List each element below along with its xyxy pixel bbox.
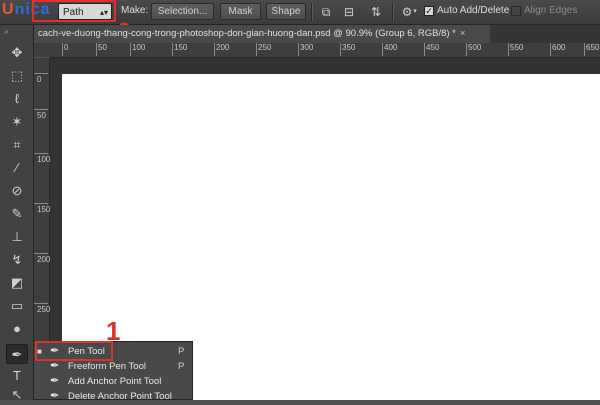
menu-item-label: Freeform Pen Tool bbox=[68, 361, 146, 372]
ruler-tick: 400 bbox=[381, 43, 398, 56]
annotation-highlight-mode bbox=[32, 0, 116, 22]
make-shape-button[interactable]: Shape bbox=[266, 3, 306, 20]
brush-tool-icon[interactable]: ✎ bbox=[6, 204, 28, 224]
annotation-highlight-pen-tool bbox=[35, 341, 113, 361]
separator bbox=[311, 3, 313, 21]
pen-tool-icon[interactable]: ✒ bbox=[6, 344, 28, 364]
ruler-tick: 550 bbox=[507, 43, 524, 56]
watermark-part1: U bbox=[2, 1, 15, 18]
ruler-tick: 600 bbox=[549, 43, 566, 56]
ruler-tick: 150 bbox=[34, 203, 51, 214]
ruler-tick: 500 bbox=[465, 43, 482, 56]
history-brush-tool-icon[interactable]: ↯ bbox=[6, 250, 28, 270]
blur-tool-icon[interactable]: ● bbox=[6, 319, 28, 339]
align-edges-checkbox[interactable] bbox=[511, 6, 521, 16]
ruler-tick: 250 bbox=[255, 43, 272, 56]
auto-add-delete-checkbox[interactable]: ✓ bbox=[424, 6, 434, 16]
menu-item-add-anchor-point-tool[interactable]: ✒ Add Anchor Point Tool bbox=[34, 374, 194, 389]
type-tool-icon[interactable]: T bbox=[6, 366, 28, 386]
make-label: Make: bbox=[121, 5, 149, 16]
marquee-tool-icon[interactable]: ⬚ bbox=[6, 66, 28, 86]
ruler-tick: 50 bbox=[96, 43, 107, 56]
menu-item-delete-anchor-point-tool[interactable]: ✒ Delete Anchor Point Tool bbox=[34, 389, 194, 404]
menu-item-label: Delete Anchor Point Tool bbox=[68, 391, 172, 402]
crop-tool-icon[interactable]: ⌗ bbox=[6, 135, 28, 155]
close-icon[interactable]: × bbox=[460, 28, 466, 39]
horizontal-ruler: 0 50 100 150 200 250 300 350 400 450 500… bbox=[50, 43, 600, 58]
lasso-tool-icon[interactable]: ℓ bbox=[6, 89, 28, 109]
ruler-tick: 200 bbox=[34, 253, 51, 264]
freeform-pen-icon: ✒ bbox=[50, 360, 60, 372]
delete-anchor-point-icon: ✒ bbox=[50, 390, 60, 402]
add-anchor-point-icon: ✒ bbox=[50, 375, 60, 387]
document-tab[interactable]: cach-ve-duong-thang-cong-trong-photoshop… bbox=[34, 25, 490, 43]
ruler-tick: 100 bbox=[129, 43, 146, 56]
chevron-down-icon[interactable]: ▾ bbox=[411, 4, 419, 20]
ruler-tick: 450 bbox=[423, 43, 440, 56]
move-tool-icon[interactable]: ✥ bbox=[6, 43, 28, 63]
eyedropper-tool-icon[interactable]: ⁄ bbox=[6, 158, 28, 178]
make-selection-button[interactable]: Selection... bbox=[151, 3, 214, 20]
eraser-tool-icon[interactable]: ◩ bbox=[6, 273, 28, 293]
auto-add-delete-label: Auto Add/Delete bbox=[437, 5, 510, 16]
make-mask-button[interactable]: Mask bbox=[220, 3, 261, 20]
options-bar: Unica Path ▴▾ Make: Selection... Mask Sh… bbox=[0, 0, 600, 25]
menu-item-shortcut: P bbox=[178, 361, 185, 372]
separator bbox=[392, 3, 394, 21]
menu-item-freeform-pen-tool[interactable]: ✒ Freeform Pen Tool P bbox=[34, 359, 194, 374]
ruler-tick: 350 bbox=[339, 43, 356, 56]
ruler-tick: 150 bbox=[171, 43, 188, 56]
menu-item-label: Add Anchor Point Tool bbox=[68, 376, 162, 387]
path-alignment-icon[interactable]: ⊟ bbox=[341, 4, 357, 20]
panel-collapse-icon[interactable]: » bbox=[4, 27, 8, 36]
align-edges-label: Align Edges bbox=[524, 5, 578, 16]
gradient-tool-icon[interactable]: ▭ bbox=[6, 296, 28, 316]
clone-stamp-tool-icon[interactable]: ⊥ bbox=[6, 227, 28, 247]
path-selection-tool-icon[interactable]: ↖ bbox=[6, 385, 28, 405]
ruler-tick: 0 bbox=[61, 43, 69, 56]
path-operations-icon[interactable]: ⧉ bbox=[318, 4, 334, 20]
ruler-tick: 250 bbox=[34, 303, 51, 314]
tools-panel: » ✥ ⬚ ℓ ✶ ⌗ ⁄ ⊘ ✎ ⊥ ↯ ◩ ▭ ● ◉ ✒ T ↖ bbox=[0, 25, 34, 402]
ruler-tick: 300 bbox=[297, 43, 314, 56]
annotation-step-1: 1 bbox=[106, 316, 121, 346]
ruler-tick: 50 bbox=[34, 109, 48, 120]
document-tab-bar: cach-ve-duong-thang-cong-trong-photoshop… bbox=[34, 25, 600, 43]
path-arrangement-icon[interactable]: ⇅ bbox=[368, 4, 384, 20]
ruler-corner bbox=[34, 43, 50, 57]
healing-brush-tool-icon[interactable]: ⊘ bbox=[6, 181, 28, 201]
ruler-tick: 100 bbox=[34, 153, 51, 164]
ruler-tick: 200 bbox=[213, 43, 230, 56]
ruler-tick: 650 bbox=[583, 43, 600, 56]
ruler-tick: 0 bbox=[34, 73, 48, 84]
menu-item-shortcut: P bbox=[178, 346, 185, 357]
magic-wand-tool-icon[interactable]: ✶ bbox=[6, 112, 28, 132]
document-title: cach-ve-duong-thang-cong-trong-photoshop… bbox=[38, 28, 456, 39]
